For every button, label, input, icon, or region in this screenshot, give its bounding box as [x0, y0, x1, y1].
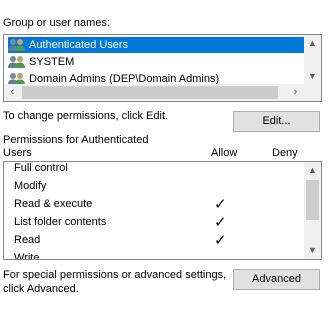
group-item-label: SYSTEM	[29, 56, 75, 68]
scroll-up-arrow-icon[interactable]: ▲	[304, 162, 321, 179]
user-group-icon	[8, 55, 26, 69]
group-list-horizontal-scrollbar[interactable]: ‹ ›	[4, 84, 321, 101]
permission-row-read-execute: Read & execute ✓	[14, 196, 294, 214]
special-permissions-line1: For special permissions or advanced sett…	[3, 269, 227, 281]
permission-row-write: Write	[14, 250, 294, 260]
allow-column-header: Allow	[211, 147, 238, 159]
vertical-scroll-thumb[interactable]	[306, 180, 319, 220]
scroll-up-arrow-icon[interactable]: ▲	[304, 35, 321, 52]
permission-name: List folder contents	[14, 216, 107, 228]
permission-name: Write	[14, 252, 40, 260]
user-group-icon	[8, 38, 26, 52]
permission-name: Read & execute	[14, 198, 93, 210]
horizontal-scroll-thumb[interactable]	[22, 86, 278, 99]
permission-row-list-folder-contents: List folder contents ✓	[14, 214, 294, 232]
permission-row-read: Read ✓	[14, 232, 294, 250]
scroll-down-arrow-icon[interactable]: ▼	[304, 242, 321, 259]
deny-column-header: Deny	[272, 147, 298, 159]
permissions-vertical-scrollbar[interactable]: ▲ ▼	[304, 162, 321, 259]
advanced-button[interactable]: Advanced	[233, 269, 320, 290]
scroll-left-arrow-icon[interactable]: ‹	[4, 84, 21, 101]
group-item-label: Authenticated Users	[29, 39, 129, 51]
permission-name: Read	[14, 234, 41, 246]
edit-button[interactable]: Edit...	[233, 111, 320, 132]
permissions-label-line1: Permissions for Authenticated	[3, 134, 149, 146]
group-list-vertical-scrollbar[interactable]: ▲ ▼	[304, 35, 321, 85]
special-permissions-text: For special permissions or advanced sett…	[3, 268, 226, 296]
change-permissions-text: To change permissions, click Edit.	[3, 110, 169, 122]
group-names-label: Group or user names:	[3, 17, 110, 29]
allow-check-icon: ✓	[214, 214, 227, 231]
allow-check-icon: ✓	[214, 232, 227, 249]
scroll-down-arrow-icon[interactable]: ▼	[304, 68, 321, 85]
group-item-system[interactable]: SYSTEM	[8, 54, 304, 70]
permissions-label: Permissions for Authenticated Users	[3, 134, 149, 160]
permissions-label-line2: Users	[3, 147, 32, 159]
group-item-authenticated-users[interactable]: Authenticated Users	[8, 37, 304, 53]
permission-row-modify: Modify	[14, 178, 294, 196]
permission-row-full-control: Full control	[14, 162, 294, 178]
allow-check-icon: ✓	[214, 196, 227, 213]
permissions-listbox[interactable]: Full control Modify Read & execute ✓ Lis…	[3, 161, 322, 260]
special-permissions-line2: click Advanced.	[3, 283, 79, 295]
permission-name: Full control	[14, 162, 68, 174]
group-names-listbox[interactable]: Authenticated Users SYSTEM Domain Admins…	[3, 34, 322, 102]
permission-name: Modify	[14, 180, 47, 192]
scroll-right-arrow-icon[interactable]: ›	[287, 84, 304, 101]
